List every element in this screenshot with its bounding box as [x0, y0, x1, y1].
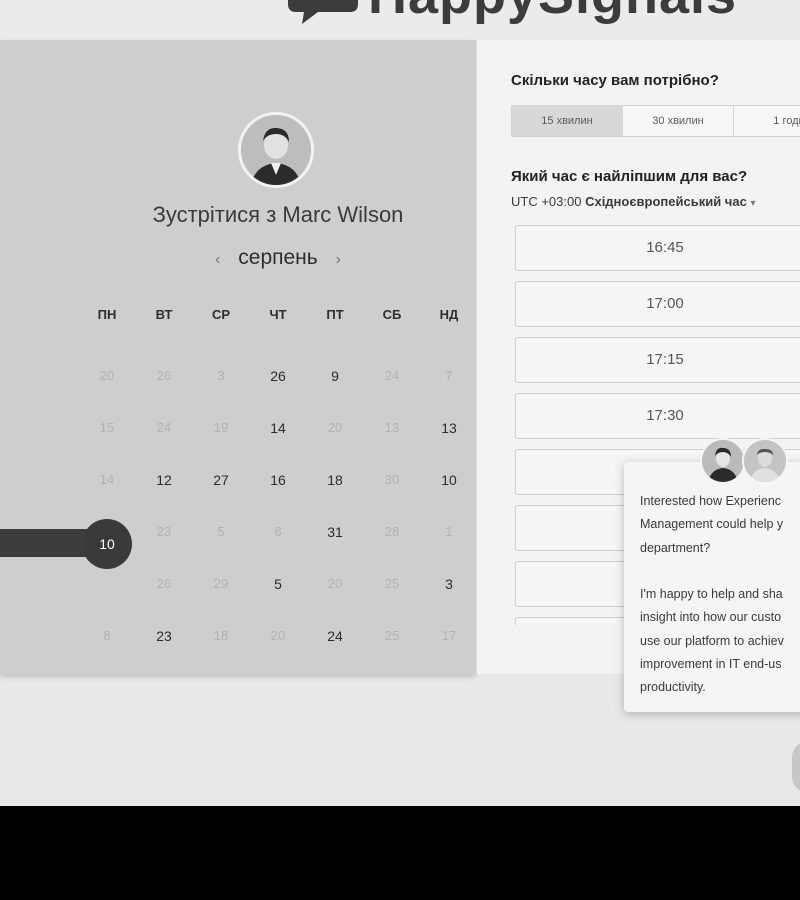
- month-label: серпень: [238, 246, 318, 269]
- calendar-day-unavailable: 24: [156, 420, 172, 435]
- time-slot-button[interactable]: 16:45: [515, 225, 800, 271]
- next-month-chevron-icon[interactable]: ›: [324, 251, 353, 268]
- logo-icon: [288, 0, 358, 24]
- calendar-day-unavailable: 19: [213, 420, 229, 435]
- time-question: Який час є найліпшим для вас?: [511, 168, 748, 185]
- chat-agent-avatar: [742, 438, 788, 484]
- calendar-day-unavailable: 15: [99, 420, 115, 435]
- calendar-day-available[interactable]: 9: [315, 366, 355, 386]
- prev-month-chevron-icon[interactable]: ‹: [203, 251, 232, 268]
- calendar-day-unavailable: 1: [445, 524, 453, 539]
- calendar-day-available[interactable]: 5: [258, 574, 298, 594]
- month-navigation: ‹ серпень ›: [0, 246, 556, 270]
- calendar-day-available[interactable]: 10: [429, 470, 469, 490]
- calendar-day-unavailable: 28: [384, 524, 400, 539]
- duration-option[interactable]: 15 хвилин: [512, 106, 623, 136]
- calendar-day-unavailable: 23: [156, 524, 172, 539]
- timezone-name: Східноєвропейський час: [585, 194, 747, 209]
- chat-launcher-button[interactable]: [792, 742, 800, 792]
- calendar-day-available[interactable]: 14: [258, 418, 298, 438]
- meet-host-heading: Зустрітися з Marc Wilson: [0, 202, 556, 228]
- host-name: Marc Wilson: [282, 202, 404, 227]
- calendar-day-unavailable: 29: [213, 576, 229, 591]
- brand-header: HappySignals: [0, 0, 800, 40]
- duration-option[interactable]: 30 хвилин: [623, 106, 734, 136]
- calendar-day-unavailable: 8: [103, 628, 111, 643]
- person-silhouette-icon: [241, 115, 311, 185]
- weekday-header: ПН: [97, 307, 117, 322]
- calendar-day-unavailable: 3: [217, 368, 225, 383]
- duration-option[interactable]: 1 годи: [734, 106, 800, 136]
- weekday-header: СБ: [382, 307, 402, 322]
- calendar-day-available[interactable]: 23: [144, 626, 184, 646]
- calendar-day-available[interactable]: 18: [315, 470, 355, 490]
- host-avatar: [238, 112, 314, 188]
- chat-agent-avatar: [700, 438, 746, 484]
- app-screen: HappySignals Зустрітися з Marc Wilson ‹ …: [0, 0, 800, 806]
- calendar-day-unavailable: 20: [270, 628, 286, 643]
- time-slot-button[interactable]: 17:00: [515, 281, 800, 327]
- calendar-day-unavailable: 20: [99, 368, 115, 383]
- calendar-day-unavailable: 26: [156, 368, 172, 383]
- weekday-header: ВТ: [155, 307, 173, 322]
- calendar-day-unavailable: 24: [384, 368, 400, 383]
- timezone-selector[interactable]: UTC +03:00 Східноєвропейський час ▾: [511, 194, 755, 209]
- chat-message: Interested how Experienc Management coul…: [640, 494, 784, 695]
- duration-question: Скільки часу вам потрібно?: [511, 72, 719, 89]
- calendar-day-unavailable: 6: [274, 524, 282, 539]
- meet-with-label: Зустрітися з: [152, 202, 277, 227]
- weekday-header: СР: [211, 307, 231, 322]
- person-avatar-icon: [702, 440, 744, 482]
- calendar-panel: Зустрітися з Marc Wilson ‹ серпень › ПН В…: [0, 40, 476, 674]
- calendar-day-available[interactable]: 24: [315, 626, 355, 646]
- calendar-day-available[interactable]: 16: [258, 470, 298, 490]
- timezone-offset: UTC +03:00: [511, 194, 582, 209]
- calendar-day-available[interactable]: 3: [429, 574, 469, 594]
- brand-logo-text: HappySignals: [368, 0, 737, 26]
- person-avatar-icon: [744, 440, 786, 482]
- calendar-day-unavailable: 14: [99, 472, 115, 487]
- time-slot-button[interactable]: 17:30: [515, 393, 800, 439]
- time-slot-button[interactable]: 17:15: [515, 337, 800, 383]
- calendar-day-available[interactable]: 13: [429, 418, 469, 438]
- calendar-day-unavailable: 26: [156, 576, 172, 591]
- calendar-day-unavailable: 25: [384, 628, 400, 643]
- chat-popup[interactable]: Interested how Experienc Management coul…: [624, 462, 800, 712]
- calendar-day-selected[interactable]: 10: [82, 519, 132, 569]
- calendar-day-available[interactable]: 27: [201, 470, 241, 490]
- calendar-day-unavailable: 5: [217, 524, 225, 539]
- calendar-day-unavailable: 7: [445, 368, 453, 383]
- calendar-day-available[interactable]: 31: [315, 522, 355, 542]
- calendar-day-available[interactable]: 26: [258, 366, 298, 386]
- calendar-day-unavailable: 30: [384, 472, 400, 487]
- calendar-day-unavailable: 18: [213, 628, 229, 643]
- weekday-header: ЧТ: [269, 307, 287, 322]
- calendar-day-unavailable: 25: [384, 576, 400, 591]
- calendar-day-unavailable: 20: [327, 420, 343, 435]
- calendar-day-unavailable: 20: [327, 576, 343, 591]
- weekday-header: НД: [439, 307, 459, 322]
- calendar-day-unavailable: 13: [384, 420, 400, 435]
- calendar-day-unavailable: 17: [441, 628, 457, 643]
- calendar-day-available[interactable]: 12: [144, 470, 184, 490]
- duration-selector: 15 хвилин30 хвилин1 годи: [511, 105, 800, 137]
- weekday-header: ПТ: [326, 307, 344, 322]
- caret-down-icon: ▾: [750, 198, 756, 209]
